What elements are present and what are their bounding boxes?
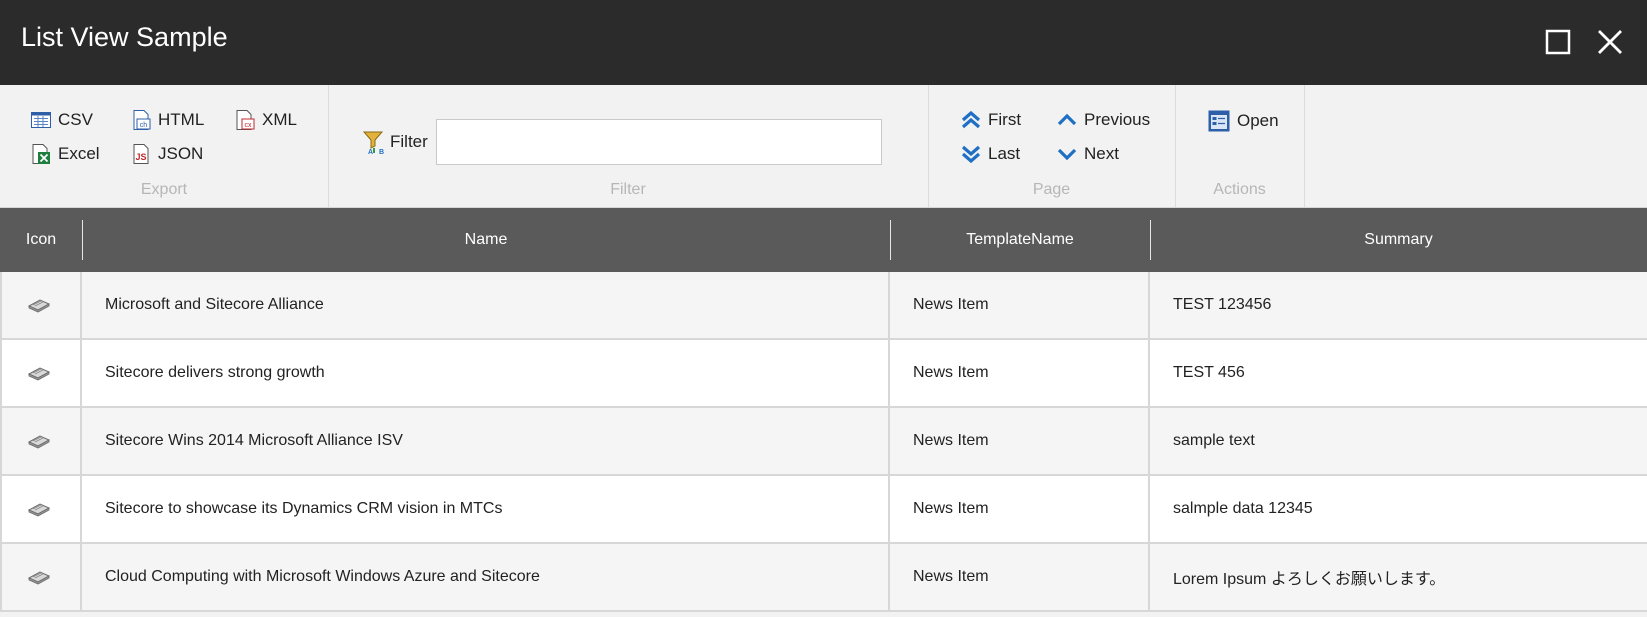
previous-page-label: Previous bbox=[1084, 110, 1151, 129]
row-summary-cell: TEST 456 bbox=[1173, 364, 1245, 381]
maximize-icon bbox=[1545, 29, 1571, 55]
previous-page-button[interactable]: Previous bbox=[1056, 109, 1150, 131]
table-row[interactable]: Cloud Computing with Microsoft Windows A… bbox=[0, 544, 1647, 612]
row-template-cell: News Item bbox=[890, 408, 1150, 474]
table-header: Icon Name TemplateName Summary bbox=[0, 208, 1647, 272]
export-json-button[interactable]: JS JSON bbox=[130, 143, 203, 165]
row-name-cell: Microsoft and Sitecore Alliance bbox=[82, 272, 890, 338]
table-row[interactable]: Sitecore to showcase its Dynamics CRM vi… bbox=[0, 476, 1647, 544]
svg-text:cx: cx bbox=[245, 122, 253, 129]
title-bar: List View Sample bbox=[0, 0, 1647, 85]
filter-group-caption: Filter bbox=[610, 181, 646, 198]
html-file-icon: ch bbox=[133, 110, 151, 130]
chevron-down-icon bbox=[1057, 148, 1077, 161]
first-page-label: First bbox=[988, 110, 1022, 129]
export-csv-label: CSV bbox=[58, 110, 93, 129]
row-icon-cell bbox=[0, 340, 82, 406]
first-page-button[interactable]: First bbox=[960, 109, 1021, 131]
column-header-icon[interactable]: Icon bbox=[0, 208, 82, 272]
window-title: List View Sample bbox=[21, 22, 228, 52]
json-file-icon: JS bbox=[133, 144, 149, 164]
export-group: CSV ch HTML cx XML Excel JS JSON Export bbox=[0, 85, 329, 207]
news-item-icon bbox=[28, 299, 50, 313]
filter-funnel-icon: A B bbox=[362, 131, 384, 155]
filter-input[interactable] bbox=[436, 119, 882, 165]
next-page-button[interactable]: Next bbox=[1056, 143, 1119, 165]
news-item-icon bbox=[28, 367, 50, 381]
row-name-cell: Sitecore Wins 2014 Microsoft Alliance IS… bbox=[82, 408, 890, 474]
actions-group: Open Actions bbox=[1175, 85, 1305, 207]
column-header-template-name[interactable]: TemplateName bbox=[890, 208, 1150, 272]
news-item-icon bbox=[28, 503, 50, 517]
close-icon bbox=[1598, 30, 1622, 54]
last-page-label: Last bbox=[988, 144, 1021, 163]
actions-group-caption: Actions bbox=[1213, 181, 1266, 198]
svg-text:JS: JS bbox=[135, 152, 146, 162]
svg-text:B: B bbox=[379, 149, 384, 155]
row-template-cell: News Item bbox=[890, 544, 1150, 610]
row-name-cell: Sitecore to showcase its Dynamics CRM vi… bbox=[82, 476, 890, 542]
row-icon-cell bbox=[0, 544, 82, 610]
table-body: Microsoft and Sitecore Alliance News Ite… bbox=[0, 272, 1647, 612]
table-row[interactable]: Sitecore delivers strong growth News Ite… bbox=[0, 340, 1647, 408]
row-summary-cell: TEST 123456 bbox=[1173, 296, 1272, 313]
page-group: First Previous Last Next Page bbox=[928, 85, 1176, 207]
row-name-cell: Sitecore delivers strong growth bbox=[82, 340, 890, 406]
row-icon-cell bbox=[0, 476, 82, 542]
filter-label: Filter bbox=[390, 132, 428, 151]
row-summary-cell: Lorem Ipsum よろしくお願いします。 bbox=[1173, 571, 1446, 588]
export-xml-button[interactable]: cx XML bbox=[234, 109, 297, 131]
svg-text:A: A bbox=[368, 149, 373, 155]
open-window-icon bbox=[1208, 110, 1230, 132]
open-button[interactable]: Open bbox=[1207, 109, 1279, 133]
row-name-cell: Cloud Computing with Microsoft Windows A… bbox=[82, 544, 890, 610]
last-page-button[interactable]: Last bbox=[960, 143, 1020, 165]
ribbon-toolbar: CSV ch HTML cx XML Excel JS JSON Export … bbox=[0, 85, 1647, 209]
row-summary-cell: salmple data 12345 bbox=[1173, 500, 1313, 517]
double-chevron-down-icon bbox=[961, 145, 981, 164]
csv-file-icon bbox=[31, 112, 51, 128]
export-group-caption: Export bbox=[140, 181, 188, 198]
row-template-cell: News Item bbox=[890, 476, 1150, 542]
double-chevron-up-icon bbox=[961, 110, 981, 129]
row-icon-cell bbox=[0, 272, 82, 338]
export-json-label: JSON bbox=[158, 144, 204, 163]
row-template-cell: News Item bbox=[890, 340, 1150, 406]
export-xml-label: XML bbox=[262, 110, 297, 129]
export-excel-button[interactable]: Excel bbox=[30, 143, 100, 165]
page-group-caption: Page bbox=[1032, 181, 1071, 198]
table-row[interactable]: Microsoft and Sitecore Alliance News Ite… bbox=[0, 272, 1647, 340]
row-template-cell: News Item bbox=[890, 272, 1150, 338]
excel-file-icon bbox=[32, 144, 50, 164]
table-row[interactable]: Sitecore Wins 2014 Microsoft Alliance IS… bbox=[0, 408, 1647, 476]
chevron-up-icon bbox=[1057, 113, 1077, 126]
column-header-name[interactable]: Name bbox=[82, 208, 890, 272]
column-header-summary[interactable]: Summary bbox=[1150, 208, 1647, 272]
row-icon-cell bbox=[0, 408, 82, 474]
svg-text:ch: ch bbox=[140, 122, 148, 129]
list-view-table: Icon Name TemplateName Summary Microsoft… bbox=[0, 208, 1647, 612]
row-summary-cell: sample text bbox=[1173, 432, 1255, 449]
filter-group: A B Filter Filter bbox=[328, 85, 929, 207]
next-page-label: Next bbox=[1084, 144, 1119, 163]
export-excel-label: Excel bbox=[58, 144, 100, 163]
news-item-icon bbox=[28, 571, 50, 585]
news-item-icon bbox=[28, 435, 50, 449]
xml-file-icon: cx bbox=[236, 110, 255, 130]
open-label: Open bbox=[1237, 111, 1279, 130]
export-html-button[interactable]: ch HTML bbox=[130, 109, 204, 131]
export-csv-button[interactable]: CSV bbox=[30, 109, 93, 131]
export-html-label: HTML bbox=[158, 110, 205, 129]
filter-button[interactable]: A B Filter bbox=[362, 129, 428, 155]
close-button[interactable] bbox=[1592, 24, 1628, 60]
maximize-button[interactable] bbox=[1540, 24, 1576, 60]
